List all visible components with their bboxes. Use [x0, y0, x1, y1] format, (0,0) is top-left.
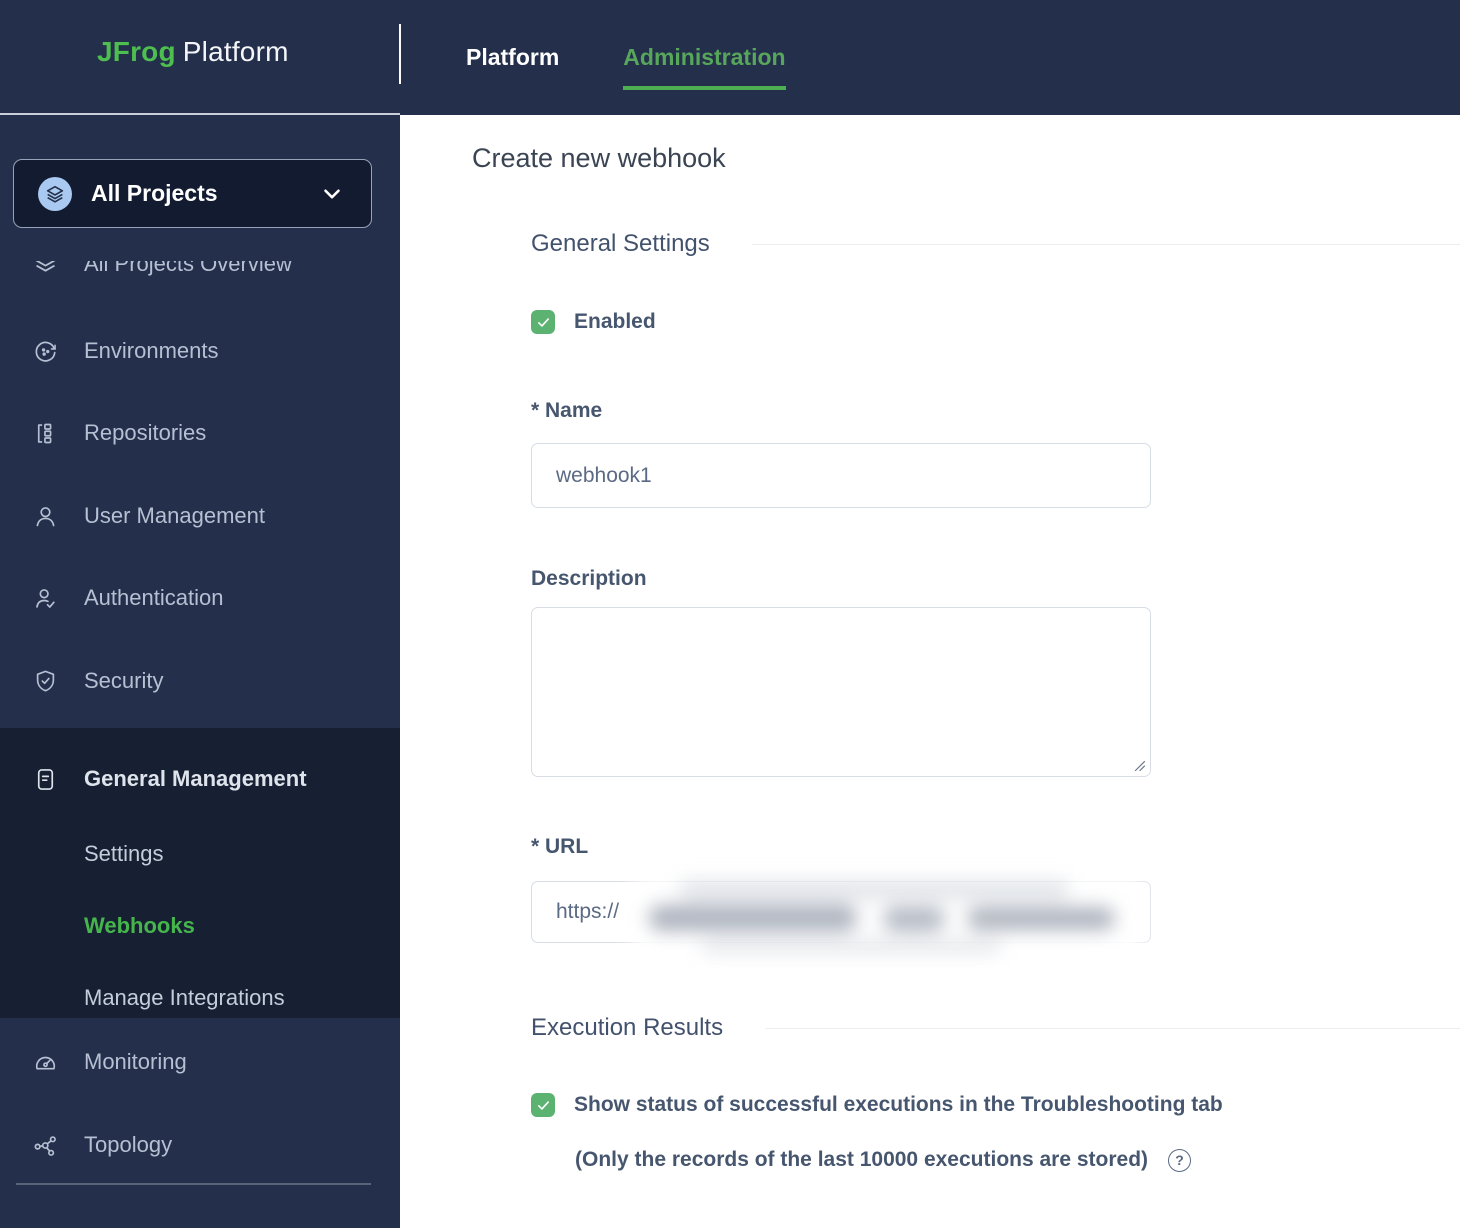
sidebar-subitem-label: Manage Integrations	[84, 985, 285, 1011]
sidebar-item-label: All Projects Overview	[84, 261, 292, 277]
section-execution-results: Execution Results	[531, 1012, 1460, 1044]
jfrog-logo: JFrogPlatform	[97, 36, 289, 68]
name-input[interactable]	[531, 443, 1151, 508]
url-label: * URL	[531, 835, 588, 859]
top-header: JFrogPlatform Platform Administration	[0, 0, 1460, 115]
show-status-row: Show status of successful executions in …	[531, 1093, 1223, 1117]
help-icon[interactable]: ?	[1168, 1149, 1191, 1172]
shield-check-icon	[30, 668, 60, 695]
show-status-label: Show status of successful executions in …	[574, 1093, 1223, 1117]
tab-platform[interactable]: Platform	[466, 0, 559, 115]
show-status-checkbox[interactable]	[531, 1093, 555, 1117]
notepad-icon	[30, 766, 60, 793]
sidebar-item-manage-integrations[interactable]: Manage Integrations	[0, 970, 400, 1026]
logo-product: Platform	[183, 36, 289, 67]
show-status-note-row: (Only the records of the last 10000 exec…	[575, 1148, 1191, 1172]
sidebar-item-label: Monitoring	[84, 1049, 187, 1075]
main-content: Create new webhook General Settings Enab…	[400, 115, 1460, 1228]
sidebar-item-authentication[interactable]: Authentication	[0, 568, 400, 628]
description-textarea[interactable]	[531, 607, 1151, 777]
user-check-icon	[30, 585, 60, 612]
sidebar-subitem-label: Settings	[84, 841, 164, 867]
sidebar-item-label: Topology	[84, 1132, 172, 1158]
page-title: Create new webhook	[472, 143, 726, 174]
user-icon	[30, 503, 60, 530]
sidebar-item-general-management[interactable]: General Management	[0, 749, 400, 809]
chevron-down-icon	[319, 181, 345, 207]
sidebar-item-label: Repositories	[84, 420, 206, 446]
logo-brand: JFrog	[97, 36, 176, 67]
cycle-dots-icon	[30, 338, 60, 365]
sidebar-item-user-management[interactable]: User Management	[0, 486, 400, 546]
sidebar-item-security[interactable]: Security	[0, 651, 400, 711]
section-title: General Settings	[531, 230, 710, 258]
section-general-settings: General Settings	[531, 228, 1460, 260]
header-divider	[399, 24, 401, 84]
sidebar-item-label: General Management	[84, 766, 307, 792]
enabled-label: Enabled	[574, 310, 656, 334]
sidebar-item-settings[interactable]: Settings	[0, 826, 400, 882]
gauge-icon	[30, 1049, 60, 1076]
section-rule	[765, 1028, 1460, 1029]
description-label: Description	[531, 567, 647, 591]
sidebar-item-all-projects-overview[interactable]: All Projects Overview	[0, 261, 400, 294]
section-title: Execution Results	[531, 1014, 723, 1042]
repo-list-icon	[30, 420, 60, 447]
sidebar-subitem-label: Webhooks	[84, 913, 195, 939]
sidebar-item-label: User Management	[84, 503, 265, 529]
project-selector[interactable]: All Projects	[13, 159, 372, 228]
section-rule	[752, 244, 1460, 245]
description-field	[531, 607, 1151, 777]
show-status-note: (Only the records of the last 10000 exec…	[575, 1148, 1148, 1172]
admin-sidebar: All Projects All Projects Overview	[0, 115, 400, 1228]
sidebar-item-repositories[interactable]: Repositories	[0, 403, 400, 463]
sidebar-scroll-clip: All Projects Overview	[0, 261, 400, 305]
url-input[interactable]	[531, 881, 1151, 943]
sidebar-item-label: Security	[84, 668, 163, 694]
layers-icon	[38, 177, 72, 211]
topology-icon	[30, 1132, 60, 1159]
layers-icon	[30, 261, 60, 278]
sidebar-item-environments[interactable]: Environments	[0, 321, 400, 381]
name-label: * Name	[531, 399, 602, 423]
sidebar-item-label: Authentication	[84, 585, 223, 611]
enabled-checkbox[interactable]	[531, 310, 555, 334]
sidebar-item-monitoring[interactable]: Monitoring	[0, 1032, 400, 1092]
sidebar-group-general-management: General Management Settings Webhooks Man…	[0, 728, 400, 1018]
app-window: JFrogPlatform Platform Administration Al…	[0, 0, 1460, 1228]
sidebar-item-label: Environments	[84, 338, 219, 364]
sidebar-item-webhooks[interactable]: Webhooks	[0, 898, 400, 954]
sidebar-divider	[16, 1183, 371, 1185]
sidebar-item-topology[interactable]: Topology	[0, 1115, 400, 1175]
enabled-row: Enabled	[531, 310, 656, 334]
header-tabs: Platform Administration	[466, 0, 786, 115]
tab-administration[interactable]: Administration	[623, 0, 785, 115]
project-selector-label: All Projects	[91, 180, 319, 207]
